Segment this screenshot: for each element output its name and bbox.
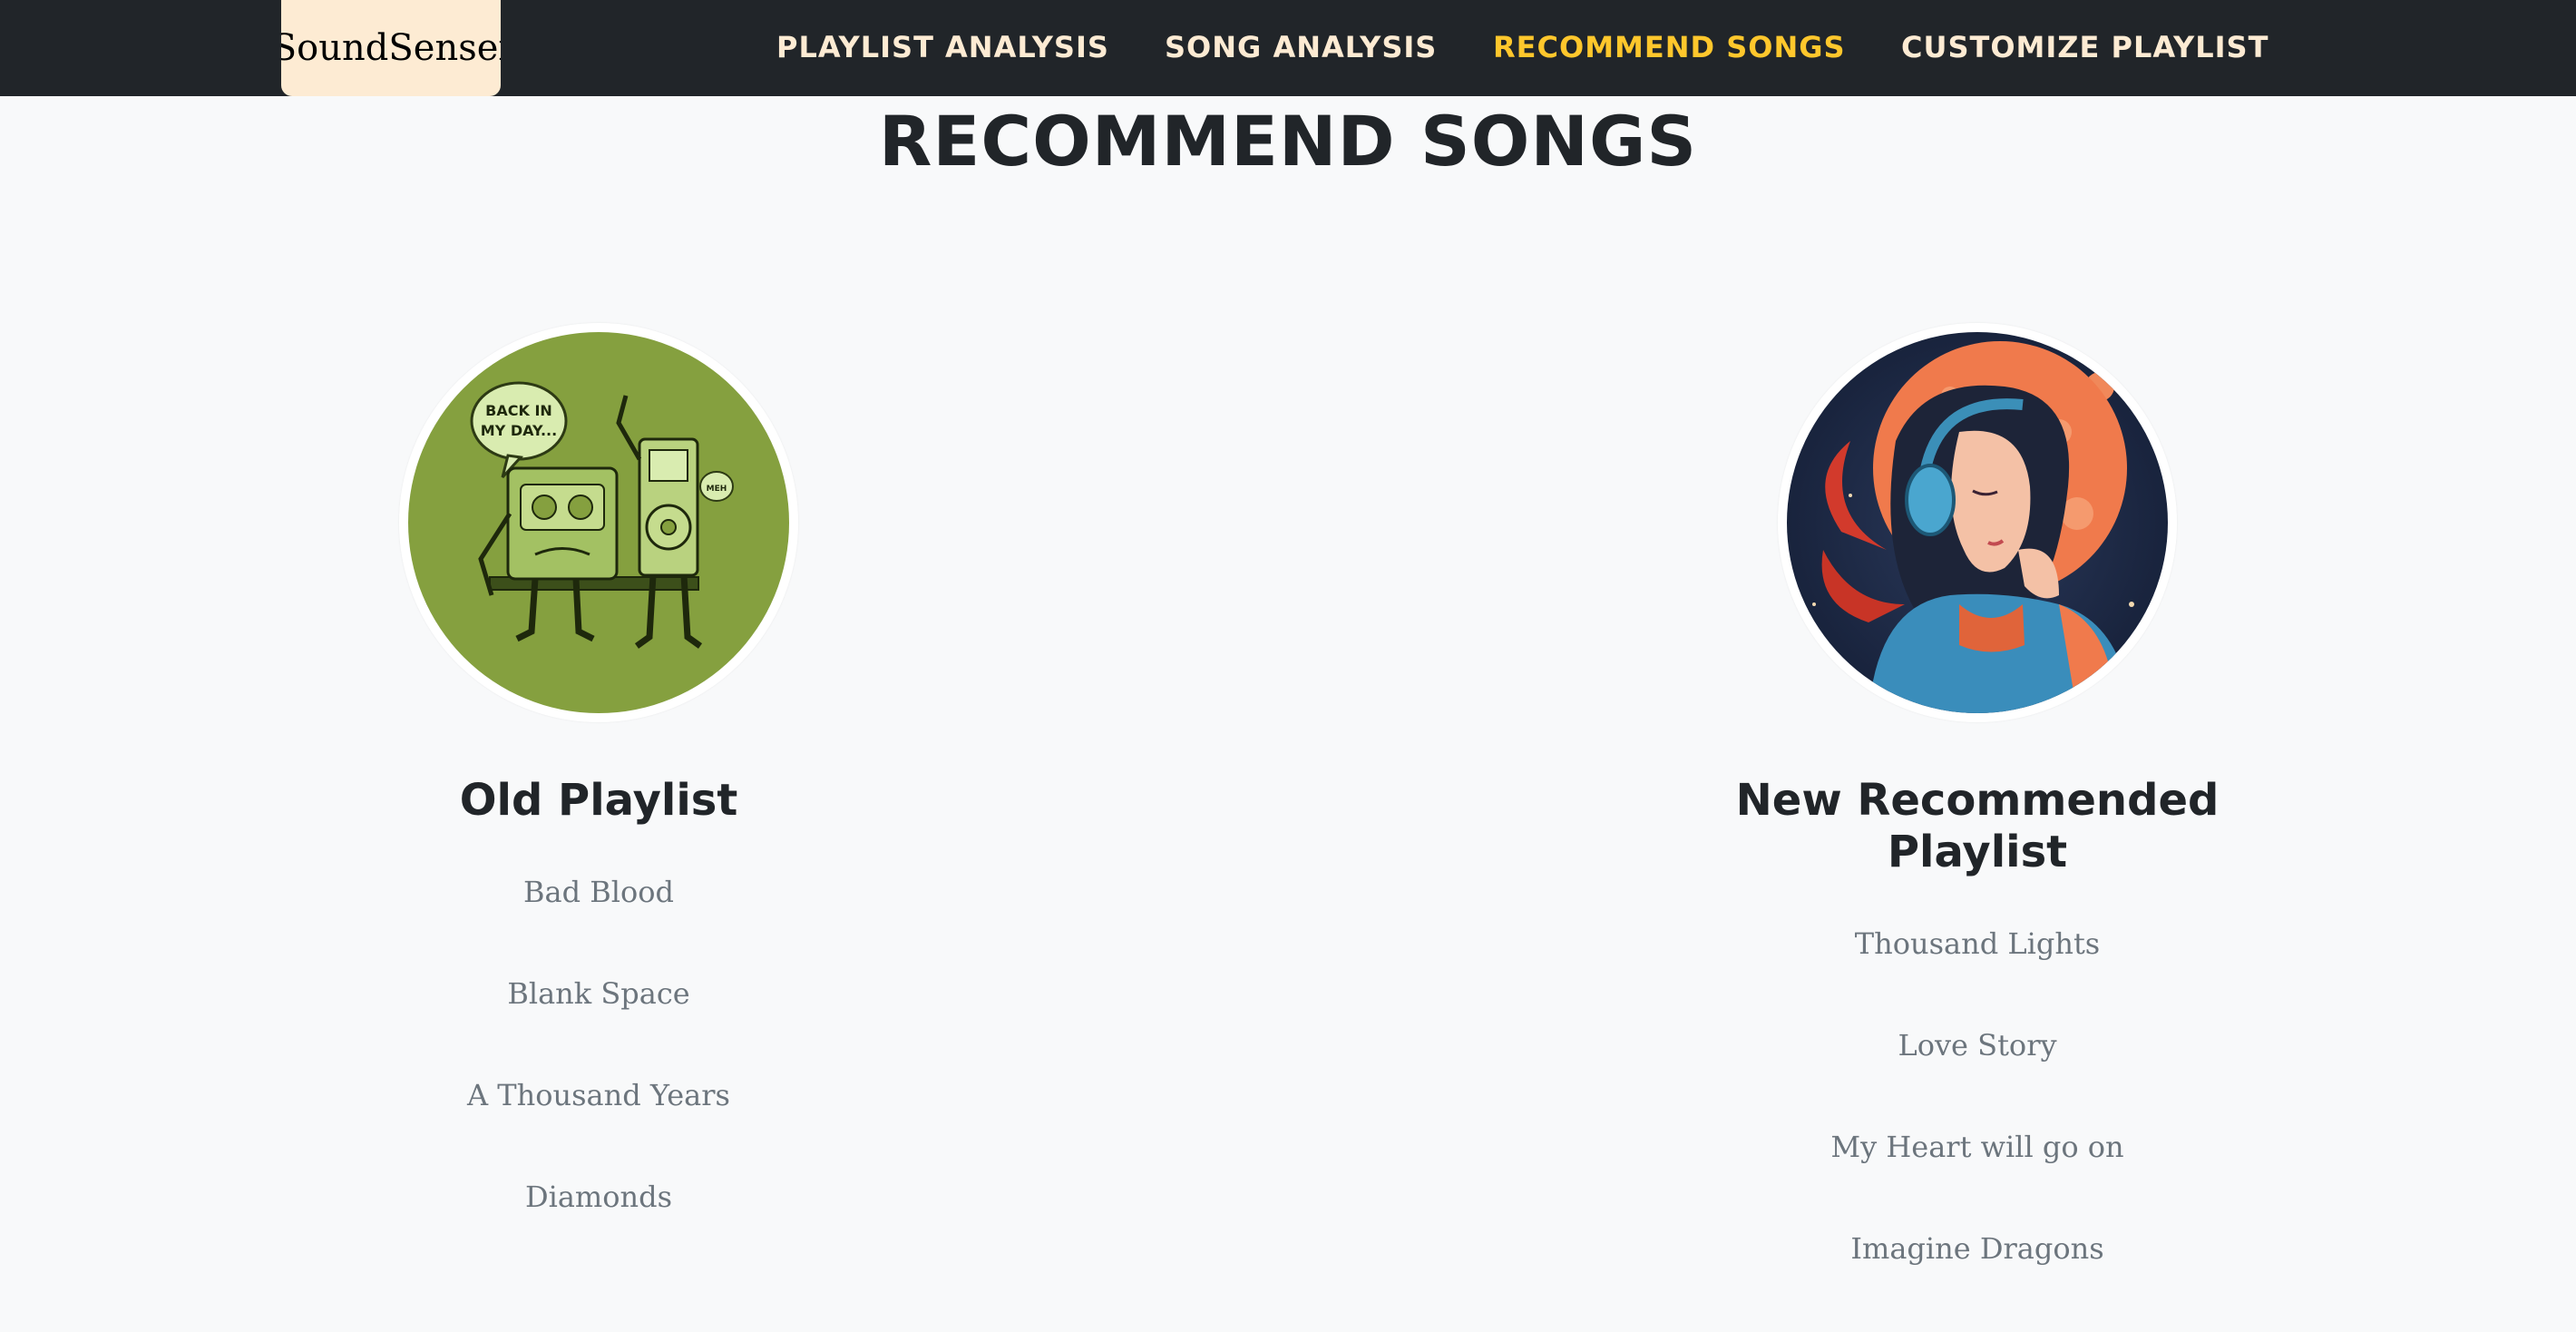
list-item: A Thousand Years [467, 1078, 730, 1112]
list-item: Blank Space [507, 976, 690, 1011]
nav-song-analysis[interactable]: SONG ANALYSIS [1165, 0, 1437, 96]
navbar: SoundSensei PLAYLIST ANALYSIS SONG ANALY… [0, 0, 2576, 96]
nav-customize-playlist[interactable]: CUSTOMIZE PLAYLIST [1901, 0, 2269, 96]
new-playlist-image [1778, 323, 2177, 722]
speech-text-line1: BACK IN [485, 402, 552, 419]
retro-cassette-illustration-icon: BACK IN MY DAY... MEH [408, 332, 789, 713]
old-playlist-title: Old Playlist [459, 775, 738, 826]
girl-with-headphones-illustration-icon [1787, 332, 2168, 713]
list-item: Love Story [1898, 1028, 2057, 1063]
page-title: RECOMMEND SONGS [878, 101, 1698, 181]
list-item: Diamonds [524, 1180, 673, 1214]
list-item: My Heart will go on [1830, 1130, 2124, 1164]
nav-playlist-analysis[interactable]: PLAYLIST ANALYSIS [776, 0, 1109, 96]
nav-recommend-songs[interactable]: RECOMMEND SONGS [1493, 0, 1846, 96]
old-playlist-image: BACK IN MY DAY... MEH [399, 323, 798, 722]
old-playlist-songs: Bad Blood Blank Space A Thousand Years D… [236, 874, 961, 1215]
new-playlist-section: New Recommended Playlist Thousand Lights… [1615, 323, 2340, 1332]
list-item: Imagine Dragons [1850, 1231, 2104, 1266]
old-playlist-section: BACK IN MY DAY... MEH Old Playlist Bad B… [236, 323, 961, 1280]
speech-text-line2: MY DAY... [481, 422, 557, 439]
list-item: Bad Blood [522, 875, 674, 909]
new-playlist-title: New Recommended Playlist [1735, 775, 2220, 877]
list-item: Thousand Lights [1854, 926, 2101, 961]
new-playlist-songs: Thousand Lights Love Story My Heart will… [1615, 926, 2340, 1267]
small-bubble-text: MEH [707, 485, 727, 494]
nav-links: PLAYLIST ANALYSIS SONG ANALYSIS RECOMMEN… [0, 0, 2576, 96]
